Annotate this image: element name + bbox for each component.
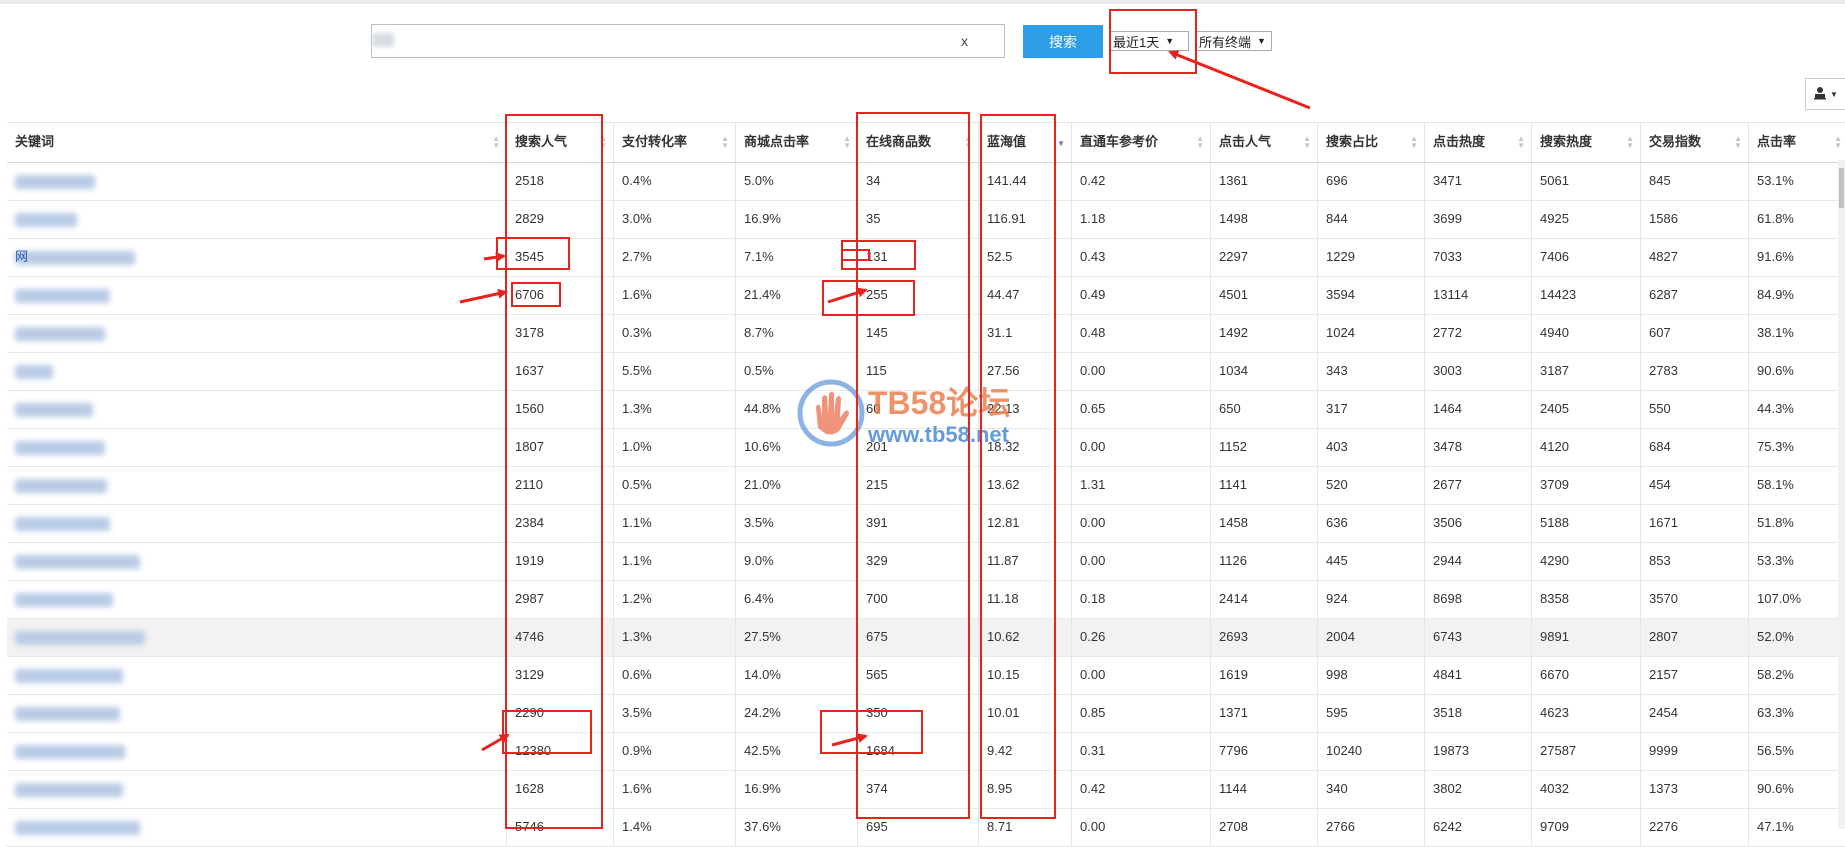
- annotation-arrows: [459, 50, 1311, 752]
- annotation-arrow: [481, 733, 510, 752]
- annotation-arrow: [483, 252, 506, 263]
- annotation-arrow: [459, 288, 508, 304]
- annotation-arrow: [1168, 50, 1311, 110]
- annotation-arrow: [827, 287, 868, 304]
- annotation-arrow: [831, 733, 868, 747]
